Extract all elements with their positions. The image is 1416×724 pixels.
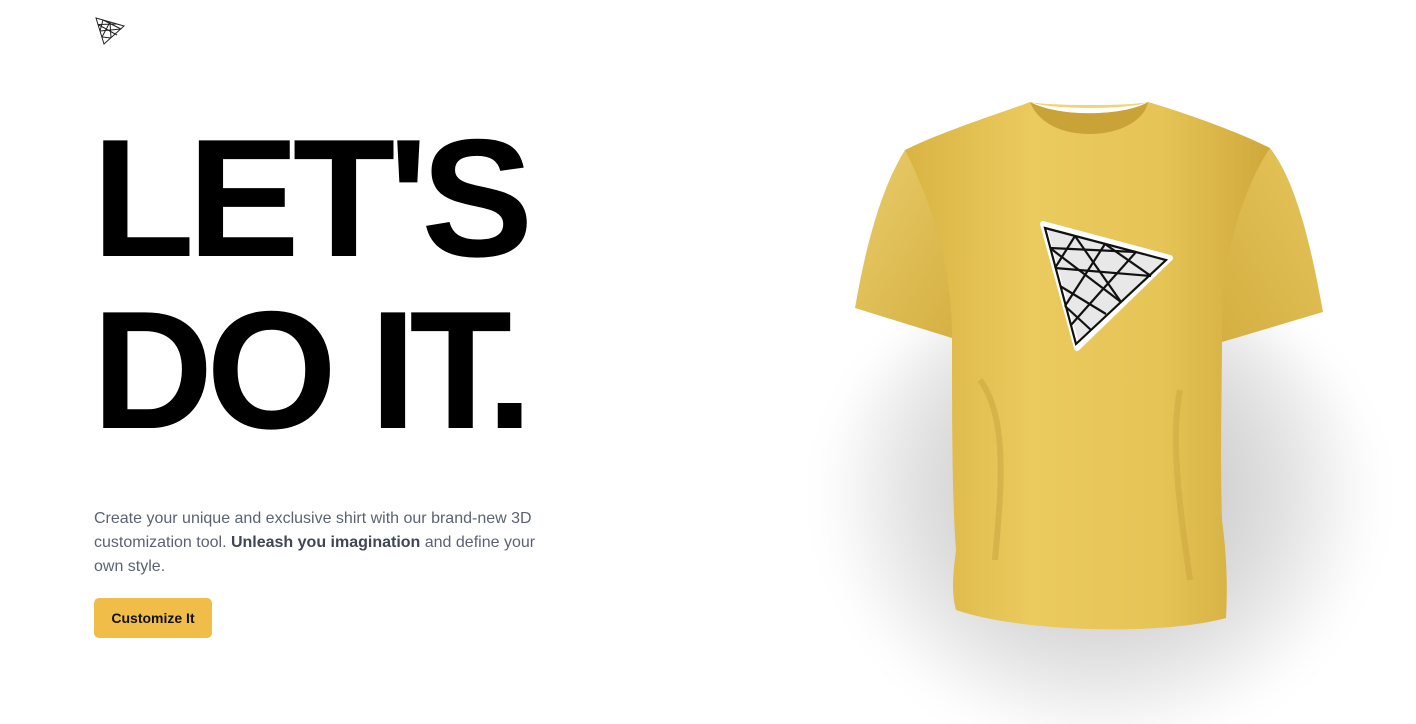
- description-bold: Unleash you imagination: [230, 534, 421, 551]
- tshirt-3d-image[interactable]: [780, 80, 1400, 724]
- landing-page: LET'S DO IT. Create your unique and excl…: [0, 0, 1416, 724]
- hero-description: Create your unique and exclusive shirt w…: [94, 507, 554, 579]
- triangle-mesh-logo-icon[interactable]: [94, 16, 126, 46]
- shirt-preview[interactable]: [780, 80, 1400, 724]
- hero-headline: LET'S DO IT.: [92, 104, 533, 464]
- headline-line-2: DO IT.: [92, 276, 533, 464]
- customize-it-button[interactable]: Customize It: [94, 598, 212, 638]
- headline-line-1: LET'S: [92, 104, 533, 292]
